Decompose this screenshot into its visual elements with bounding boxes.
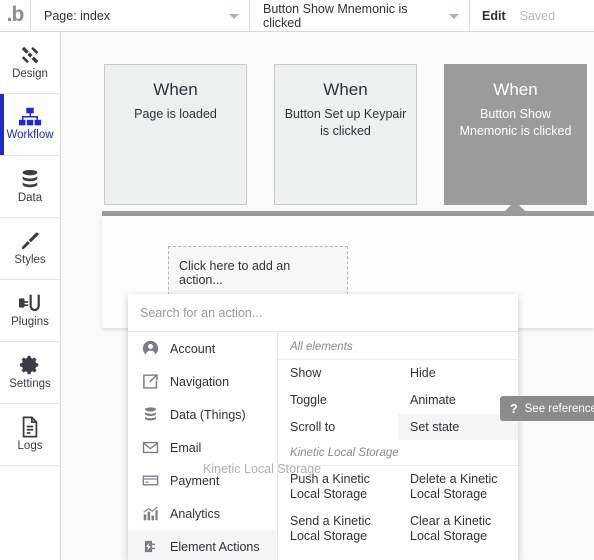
action-section-header: All elements: [278, 334, 518, 360]
event-card-title: When: [323, 80, 368, 99]
sidebar-filler: [0, 466, 60, 556]
selected-event-pointer-icon: [504, 201, 526, 212]
category-navigation[interactable]: Navigation: [128, 365, 277, 398]
action-row: Send a Kinetic Local Storage Clear a Kin…: [278, 508, 518, 550]
sidebar-item-styles[interactable]: Styles: [0, 218, 60, 280]
event-card-title: When: [153, 80, 198, 99]
action-push-kinetic-local-storage[interactable]: Push a Kinetic Local Storage: [278, 466, 398, 508]
event-card-show-mnemonic[interactable]: When Button Show Mnemonic is clicked: [444, 64, 587, 205]
database-icon: [19, 168, 41, 190]
event-card-subtitle: Button Show Mnemonic is clicked: [459, 107, 572, 139]
action-row: Show Hide: [278, 360, 518, 387]
sidebar-item-plugins[interactable]: Plugins: [0, 280, 60, 342]
top-bar-actions: Edit Saved: [470, 0, 555, 31]
plug-bolt-icon: [142, 538, 159, 555]
action-clear-kinetic-local-storage[interactable]: Clear a Kinetic Local Storage: [398, 508, 518, 550]
add-action-button[interactable]: Click here to add an action...: [168, 246, 348, 300]
category-email[interactable]: Email: [128, 431, 277, 464]
category-label: Analytics: [170, 506, 221, 521]
credit-card-icon: [142, 472, 159, 489]
add-action-label: Click here to add an action...: [179, 259, 291, 287]
event-selector[interactable]: Button Show Mnemonic is clicked: [250, 0, 470, 31]
sidebar-item-data[interactable]: Data: [0, 156, 60, 218]
category-data-things[interactable]: Data (Things): [128, 398, 277, 431]
action-show[interactable]: Show: [278, 360, 398, 387]
edit-button[interactable]: Edit: [482, 9, 506, 23]
paintbrush-icon: [19, 230, 41, 252]
sidebar-item-label: Design: [12, 68, 48, 81]
event-card-title: When: [493, 80, 538, 99]
sidebar-item-label: Plugins: [11, 316, 49, 329]
sidebar-item-settings[interactable]: Settings: [0, 342, 60, 404]
action-send-kinetic-local-storage[interactable]: Send a Kinetic Local Storage: [278, 508, 398, 550]
sidebar-item-label: Styles: [14, 254, 46, 267]
page-selector[interactable]: Page: index: [31, 0, 250, 31]
category-payment[interactable]: Payment: [128, 464, 277, 497]
action-hide[interactable]: Hide: [398, 360, 518, 387]
chevron-down-icon: [229, 13, 239, 19]
see-reference-button[interactable]: ? See reference: [500, 396, 594, 421]
action-search-input[interactable]: Search for an action...: [128, 294, 518, 332]
action-picker-dropdown: Search for an action... Account Navigati…: [128, 294, 518, 560]
sidebar-item-label: Settings: [9, 378, 51, 391]
action-scroll-to[interactable]: Scroll to: [278, 414, 398, 441]
event-card-page-loaded[interactable]: When Page is loaded: [104, 64, 247, 205]
action-row: Scroll to Set state: [278, 413, 518, 441]
user-icon: [142, 340, 159, 357]
bubble-logo-icon[interactable]: .b: [0, 0, 31, 31]
sidebar-item-label: Workflow: [6, 129, 54, 142]
see-reference-label: See reference: [524, 402, 594, 415]
action-row: Push a Kinetic Local Storage Delete a Ki…: [278, 466, 518, 508]
question-mark-icon: ?: [510, 401, 518, 416]
left-sidebar: Design Workflow Data Styles Plugins Sett…: [0, 32, 61, 560]
action-search-placeholder: Search for an action...: [140, 305, 263, 320]
sidebar-item-design[interactable]: Design: [0, 32, 60, 94]
gear-icon: [19, 354, 41, 376]
category-label: Data (Things): [170, 407, 246, 422]
action-row: Toggle Animate: [278, 387, 518, 414]
category-element-actions[interactable]: Element Actions: [128, 530, 277, 560]
app-root: .b Page: index Button Show Mnemonic is c…: [0, 0, 594, 560]
action-toggle[interactable]: Toggle: [278, 387, 398, 414]
category-label: Email: [170, 440, 202, 455]
chevron-down-icon: [449, 13, 459, 19]
action-picker-body: Account Navigation Data (Things) Email P…: [128, 332, 518, 560]
action-category-list: Account Navigation Data (Things) Email P…: [128, 332, 278, 560]
sidebar-item-logs[interactable]: Logs: [0, 404, 60, 466]
event-card-subtitle: Button Set up Keypair is clicked: [284, 107, 407, 139]
category-account[interactable]: Account: [128, 332, 277, 365]
sidebar-item-label: Logs: [17, 440, 43, 453]
category-label: Navigation: [170, 374, 230, 389]
document-icon: [20, 416, 40, 438]
top-bar: .b Page: index Button Show Mnemonic is c…: [0, 0, 594, 32]
category-label: Element Actions: [170, 539, 260, 554]
event-selector-label: Button Show Mnemonic is clicked: [263, 1, 408, 30]
category-label: Payment: [170, 473, 220, 488]
share-icon: [142, 373, 159, 390]
sidebar-item-label: Data: [17, 192, 43, 205]
bar-chart-icon: [142, 505, 159, 522]
bubble-logo-text: .b: [6, 3, 25, 26]
category-analytics[interactable]: Analytics: [128, 497, 277, 530]
event-card-setup-keypair[interactable]: When Button Set up Keypair is clicked: [274, 64, 417, 205]
database-icon: [142, 406, 159, 423]
page-selector-label: Page: index: [44, 8, 111, 23]
action-list: All elements Show Hide Toggle Animate Sc…: [278, 332, 518, 560]
action-delete-kinetic-local-storage[interactable]: Delete a Kinetic Local Storage: [398, 466, 518, 508]
saved-status: Saved: [519, 8, 556, 23]
action-section-header: Kinetic Local Storage: [278, 440, 518, 467]
sidebar-item-workflow[interactable]: Workflow: [0, 94, 60, 156]
workflow-icon: [18, 107, 42, 127]
event-card-subtitle: Page is loaded: [134, 107, 217, 122]
plug-icon: [18, 292, 42, 314]
design-icon: [19, 44, 41, 66]
category-label: Account: [170, 341, 216, 356]
envelope-icon: [142, 439, 159, 456]
